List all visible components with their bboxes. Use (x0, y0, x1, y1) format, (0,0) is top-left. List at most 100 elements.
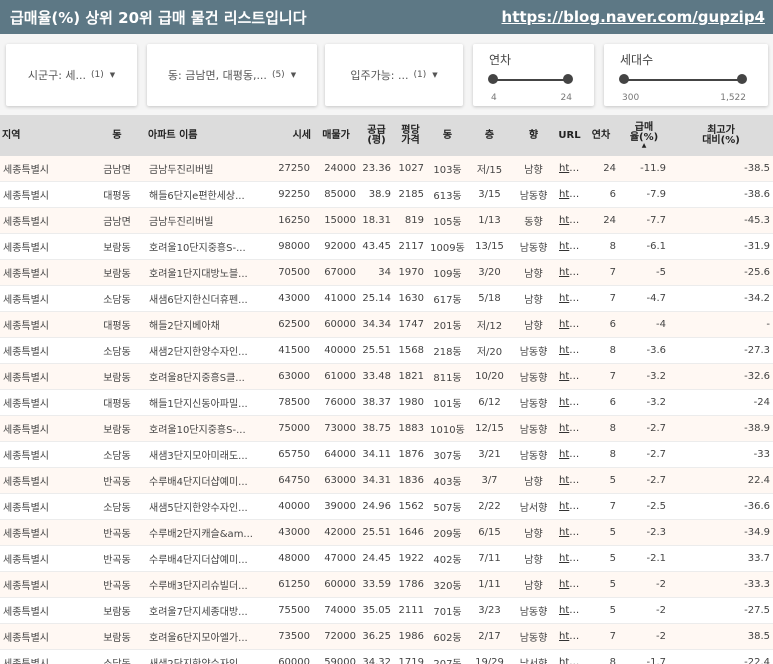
years-slider-max-handle[interactable] (563, 74, 573, 84)
listing-url-link[interactable]: htt... (556, 623, 583, 650)
column-header-apt-name[interactable]: 아파트 이름 (146, 115, 268, 156)
sigungu-dropdown-label: 시군구: 세... (27, 69, 87, 82)
column-header-url[interactable]: URL (556, 115, 583, 156)
table-row[interactable]: 세종특별시 금남면 금남두진리버빌 16250 15000 18.31 819 105동 1/1… (0, 207, 773, 234)
table-row[interactable]: 세종특별시 보람동 호려울7단지세종대방... 75500 74000 35.05 2111… (0, 597, 773, 624)
years-slider[interactable]: 연차 4 24 (473, 44, 594, 106)
cell-direction: 남향 (511, 545, 556, 572)
cell-floor: 19/29 (468, 649, 511, 664)
cell-direction: 남향 (511, 311, 556, 338)
households-slider[interactable]: 세대수 300 1,522 (604, 44, 768, 106)
column-header-direction[interactable]: 향 (511, 115, 556, 156)
cell-market-price: 75500 (268, 597, 313, 624)
cell-apt-name: 호려울10단지중흥S-... (146, 415, 268, 442)
cell-region: 세종특별시 (0, 649, 88, 664)
cell-market-price: 60000 (268, 649, 313, 664)
cell-dong: 보람동 (88, 415, 146, 442)
cell-price-per-pyeong: 1836 (394, 467, 427, 494)
table-row[interactable]: 세종특별시 대평동 해들1단지신동아파밀... 78500 76000 38.37 1980… (0, 389, 773, 416)
cell-asking-price: 40000 (313, 337, 359, 364)
listing-url-link[interactable]: htt... (556, 649, 583, 664)
cell-region: 세종특별시 (0, 156, 88, 182)
cell-price-per-pyeong: 2111 (394, 597, 427, 624)
move-in-dropdown[interactable]: 입주가능: ... (1) ▼ (325, 44, 463, 106)
listing-table-container[interactable]: 지역 동 아파트 이름 시세 매물가 공급 (평) 평당 가격 동 층 향 URL 연차 급매 율(%)… (0, 115, 773, 664)
cell-direction: 남동향 (511, 415, 556, 442)
listing-url-link[interactable]: htt... (556, 285, 583, 312)
table-row[interactable]: 세종특별시 금남면 금남두진리버빌 27250 24000 23.36 1027 103동 저/… (0, 156, 773, 182)
listing-url-link[interactable]: htt... (556, 493, 583, 520)
households-slider-min-handle[interactable] (619, 74, 629, 84)
table-row[interactable]: 세종특별시 소담동 새샘2단지한양수자인... 41500 40000 25.51 1568… (0, 337, 773, 364)
sigungu-dropdown[interactable]: 시군구: 세... (1) ▼ (6, 44, 137, 106)
column-header-building[interactable]: 동 (427, 115, 468, 156)
listing-url-link[interactable]: htt... (556, 363, 583, 390)
table-row[interactable]: 세종특별시 반곡동 수루배4단지더샵예미... 48000 47000 24.45 1922… (0, 545, 773, 572)
column-header-label: 층 (484, 129, 495, 141)
listing-url-link[interactable]: htt... (556, 207, 583, 234)
cell-floor: 1/11 (468, 571, 511, 598)
table-row[interactable]: 세종특별시 대평동 해들6단지e편한세상... 92250 85000 38.9 2185 6… (0, 181, 773, 208)
cell-region: 세종특별시 (0, 571, 88, 598)
cell-direction: 남동향 (511, 441, 556, 468)
column-header-vs-peak[interactable]: 최고가 대비(%) (669, 115, 773, 156)
table-row[interactable]: 세종특별시 소담동 새샘6단지한신더휴펜... 43000 41000 25.14 1630… (0, 285, 773, 312)
cell-direction: 남향 (511, 467, 556, 494)
column-header-discount-rate[interactable]: 급매 율(%) ▲ (619, 115, 669, 156)
listing-url-link[interactable]: htt... (556, 467, 583, 494)
column-header-price-per-pyeong[interactable]: 평당 가격 (394, 115, 427, 156)
column-header-market-price[interactable]: 시세 (268, 115, 313, 156)
cell-supply-area: 36.25 (359, 623, 394, 650)
column-header-floor[interactable]: 층 (468, 115, 511, 156)
listing-url-link[interactable]: htt... (556, 571, 583, 598)
listing-url-link[interactable]: htt... (556, 597, 583, 624)
table-row[interactable]: 세종특별시 보람동 호려울1단지대방노블... 70500 67000 34 1970 109… (0, 259, 773, 286)
households-slider-max-handle[interactable] (737, 74, 747, 84)
listing-url-link[interactable]: htt... (556, 259, 583, 286)
column-header-dong[interactable]: 동 (88, 115, 146, 156)
years-slider-min-handle[interactable] (488, 74, 498, 84)
table-row[interactable]: 세종특별시 소담동 새샘5단지한양수자인... 40000 39000 24.96 1562… (0, 493, 773, 520)
table-row[interactable]: 세종특별시 보람동 호려울6단지모아엘가... 73500 72000 36.25 1986… (0, 623, 773, 650)
listing-url-link[interactable]: htt... (556, 519, 583, 546)
cell-asking-price: 76000 (313, 389, 359, 416)
table-row[interactable]: 세종특별시 소담동 새샘3단지모아미래도... 65750 64000 34.11 1876… (0, 441, 773, 468)
table-row[interactable]: 세종특별시 보람동 호려울10단지중흥S-... 75000 73000 38.75 188… (0, 415, 773, 442)
dong-dropdown[interactable]: 동: 금남면, 대평동,... (5) ▼ (147, 44, 317, 106)
listing-url-link[interactable]: htt... (556, 415, 583, 442)
cell-direction: 남동향 (511, 389, 556, 416)
table-row[interactable]: 세종특별시 대평동 해들2단지베아채 62500 60000 34.34 1747 201동 저… (0, 311, 773, 338)
listing-url-link[interactable]: htt... (556, 233, 583, 260)
table-row[interactable]: 세종특별시소담동새샘2단지한양수자인...600005900034.321719… (0, 649, 773, 664)
cell-discount-rate: -2.1 (619, 545, 669, 572)
cell-supply-area: 33.59 (359, 571, 394, 598)
table-row[interactable]: 세종특별시 보람동 호려울10단지중흥S-... 98000 92000 43.45 211… (0, 233, 773, 260)
cell-region: 세종특별시 (0, 363, 88, 390)
cell-asking-price: 41000 (313, 285, 359, 312)
column-header-label: 동 (112, 129, 122, 141)
column-header-years[interactable]: 연차 (583, 115, 619, 156)
listing-url-link[interactable]: htt... (556, 156, 583, 182)
column-header-asking-price[interactable]: 매물가 (313, 115, 359, 156)
table-row[interactable]: 세종특별시 반곡동 수루배3단지리슈빌더... 61250 60000 33.59 1786… (0, 571, 773, 598)
years-slider-track[interactable] (493, 79, 568, 81)
blog-link[interactable]: https://blog.naver.com/gupzip4 (502, 8, 765, 26)
listing-url-link[interactable]: htt... (556, 337, 583, 364)
table-row[interactable]: 세종특별시 보람동 호려울8단지중흥S클... 63000 61000 33.48 1821… (0, 363, 773, 390)
table-row[interactable]: 세종특별시 반곡동 수루배2단지캐슬&am... 43000 42000 25.51 164… (0, 519, 773, 546)
listing-url-link[interactable]: htt... (556, 441, 583, 468)
listing-url-link[interactable]: htt... (556, 389, 583, 416)
column-header-supply-area[interactable]: 공급 (평) (359, 115, 394, 156)
households-slider-max-value: 1,522 (720, 93, 746, 103)
listing-url-link[interactable]: htt... (556, 545, 583, 572)
listing-url-link[interactable]: htt... (556, 311, 583, 338)
cell-dong: 금남면 (88, 156, 146, 182)
table-row[interactable]: 세종특별시 반곡동 수루배4단지더샵예미... 64750 63000 34.31 1836… (0, 467, 773, 494)
cell-asking-price: 42000 (313, 519, 359, 546)
households-slider-track[interactable] (624, 79, 742, 81)
cell-vs-peak: -38.9 (669, 415, 773, 442)
cell-direction: 남향 (511, 285, 556, 312)
cell-supply-area: 38.9 (359, 181, 394, 208)
listing-url-link[interactable]: htt... (556, 181, 583, 208)
column-header-region[interactable]: 지역 (0, 115, 88, 156)
